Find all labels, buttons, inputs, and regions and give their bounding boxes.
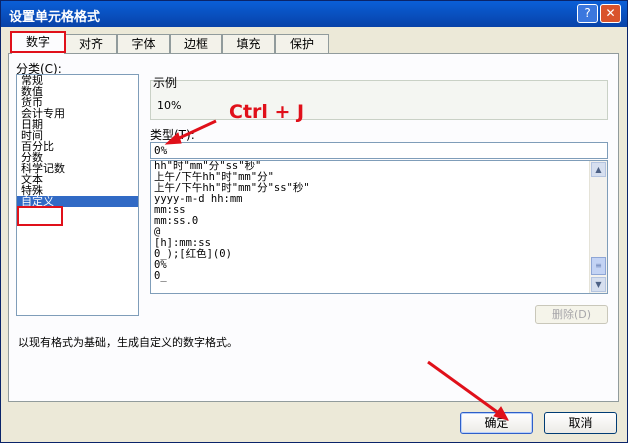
delete-button[interactable]: 删除(D) [535, 305, 608, 324]
tab-number[interactable]: 数字 [11, 32, 65, 54]
format-item[interactable]: 0_);[红色](0) [151, 249, 607, 260]
sample-value: 10% [157, 99, 182, 112]
format-item[interactable]: 0% [151, 260, 607, 271]
tab-border[interactable]: 边框 [170, 34, 222, 53]
help-button[interactable]: ? [577, 4, 598, 23]
format-item[interactable]: mm:ss.0 [151, 216, 607, 227]
tab-font[interactable]: 字体 [117, 34, 170, 53]
description-text: 以现有格式为基础，生成自定义的数字格式。 [18, 336, 238, 349]
format-item[interactable]: 0_ [151, 271, 607, 282]
tab-fill[interactable]: 填充 [222, 34, 275, 53]
format-item[interactable]: yyyy-m-d hh:mm [151, 194, 607, 205]
category-list[interactable]: 常规 数值 货币 会计专用 日期 时间 百分比 分数 科学记数 文本 特殊 自定… [16, 74, 139, 316]
format-item[interactable]: @ [151, 227, 607, 238]
ok-button[interactable]: 确定 [460, 412, 533, 434]
sample-box [150, 80, 608, 120]
sample-label: 示例 [153, 76, 178, 90]
scroll-thumb[interactable]: ≡ [591, 257, 606, 275]
tab-protection[interactable]: 保护 [275, 34, 329, 53]
tab-alignment[interactable]: 对齐 [65, 34, 117, 53]
format-item[interactable]: mm:ss [151, 205, 607, 216]
format-list-scrollbar[interactable]: ▲ ≡ ▼ [589, 161, 607, 293]
selected-category-highlight [17, 206, 63, 226]
close-button[interactable]: ✕ [600, 4, 621, 23]
format-list[interactable]: hh"时"mm"分"ss"秒" 上午/下午hh"时"mm"分" 上午/下午hh"… [150, 160, 608, 294]
dialog-title: 设置单元格格式 [9, 10, 101, 25]
scroll-up-icon[interactable]: ▲ [591, 162, 606, 177]
scroll-down-icon[interactable]: ▼ [591, 277, 606, 292]
type-input[interactable]: 0% [150, 142, 608, 159]
type-label: 类型(T): [150, 128, 195, 142]
shortcut-annotation: Ctrl + J [229, 101, 305, 123]
cancel-button[interactable]: 取消 [544, 412, 617, 434]
title-bar: 设置单元格格式 ? ✕ [1, 1, 627, 27]
